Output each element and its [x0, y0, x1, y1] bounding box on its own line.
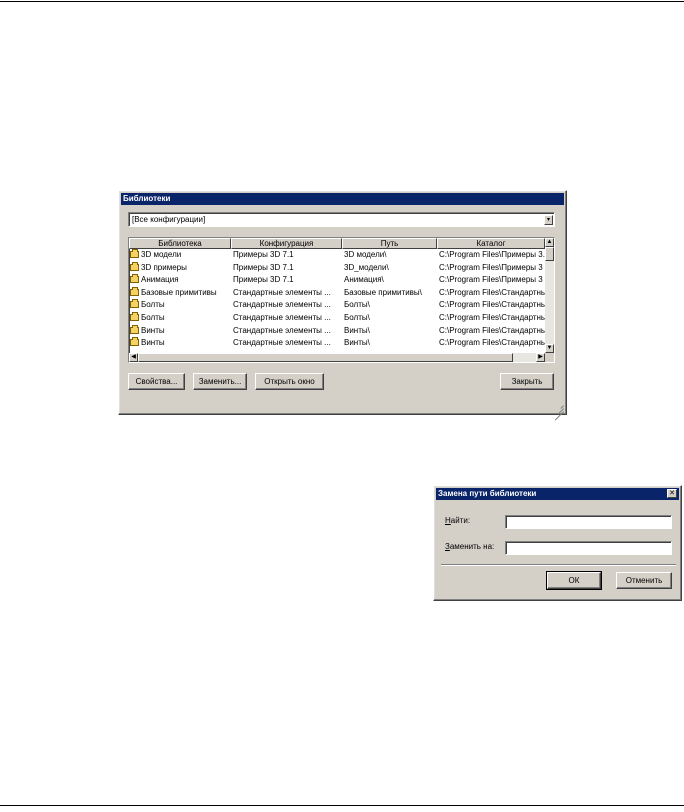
bottom-page-rule	[0, 805, 684, 806]
column-header-catalog[interactable]: Каталог	[437, 238, 545, 249]
open-window-button[interactable]: Открыть окно	[255, 373, 324, 390]
table-row[interactable]: Базовые примитивы Стандартные элементы ..…	[129, 286, 545, 300]
cell-path: Винты\	[344, 338, 370, 348]
cell-config: Примеры 3D 7.1	[233, 250, 294, 259]
table-row[interactable]: Болты Стандартные элементы ... Болты\ C:\Pr…	[129, 312, 545, 325]
cell-config: Стандартные элементы ...	[233, 287, 331, 297]
cell-path: Базовые примитивы\	[344, 287, 422, 297]
scrollbar-corner	[545, 353, 554, 362]
top-page-rule	[0, 1, 684, 2]
find-label: Найти:	[445, 516, 471, 525]
cell-path: Винты\	[344, 325, 370, 335]
ok-button[interactable]: ОК	[546, 571, 602, 590]
column-header-configuration[interactable]: Конфигурация	[231, 238, 342, 249]
configuration-filter-value: [Все конфигурации]	[132, 215, 206, 224]
library-list[interactable]: Библиотека Конфигурация Путь Каталог 3D …	[128, 237, 555, 363]
chevron-down-icon[interactable]: ▾	[544, 215, 553, 225]
scroll-down-icon[interactable]: ▼	[545, 344, 554, 353]
column-header-path[interactable]: Путь	[342, 238, 437, 249]
cell-name: Базовые примитивы	[141, 287, 217, 297]
cell-catalog: C:\Program Files\Примеры 3	[439, 275, 543, 285]
table-row[interactable]: 3D модели Примеры 3D 7.1 3D модели\ C:\Prog…	[129, 249, 545, 262]
separator	[441, 564, 676, 566]
folder-icon	[130, 337, 139, 347]
cell-config: Примеры 3D 7.1	[233, 262, 294, 272]
scroll-thumb-horizontal[interactable]	[138, 353, 513, 362]
configuration-filter-combo[interactable]: [Все конфигурации] ▾	[128, 212, 555, 227]
cell-path: Анимация\	[344, 275, 384, 285]
folder-icon	[130, 274, 139, 284]
horizontal-scrollbar[interactable]: ◀ ▶	[129, 353, 545, 362]
cell-name: 3D примеры	[141, 262, 187, 272]
folder-icon	[130, 299, 139, 309]
properties-button[interactable]: Свойства...	[128, 373, 185, 390]
cell-config: Примеры 3D 7.1	[233, 275, 294, 285]
table-row[interactable]: 3D примеры Примеры 3D 7.1 3D_модели\ C:\Pro…	[129, 261, 545, 275]
cell-catalog: C:\Program Files\Примеры 3...	[439, 250, 545, 259]
folder-icon	[130, 249, 139, 258]
folder-icon	[130, 324, 139, 334]
cell-catalog: C:\Program Files\Стандартны	[439, 287, 545, 297]
replace-path-dialog-title: Замена пути библиотеки	[436, 488, 679, 500]
cell-catalog: C:\Program Files\Стандартны	[439, 325, 545, 335]
column-header-library[interactable]: Библиотека	[129, 238, 231, 249]
table-row[interactable]: Винты Стандартные элементы ... Винты\ C:\Pr…	[129, 324, 545, 338]
folder-icon	[130, 261, 139, 271]
cell-catalog: C:\Program Files\Стандартны	[439, 338, 545, 348]
table-row[interactable]: Анимация Примеры 3D 7.1 Анимация\ C:\Progra…	[129, 274, 545, 287]
cell-path: 3D модели\	[344, 250, 387, 259]
cell-name: Винты	[141, 338, 165, 348]
libraries-dialog: Библиотеки [Все конфигурации] ▾ Библиоте…	[118, 190, 567, 421]
cancel-button[interactable]: Отменить	[616, 572, 672, 589]
libraries-dialog-title: Библиотеки	[121, 193, 564, 205]
vertical-scrollbar[interactable]: ▲ ▼	[545, 238, 554, 353]
replace-with-label: Заменить на:	[445, 542, 495, 551]
table-row[interactable]: Болты Стандартные элементы ... Болты\ C:\Pr…	[129, 299, 545, 312]
resize-grip-icon[interactable]	[554, 402, 564, 421]
cell-name: Анимация	[141, 275, 179, 285]
cell-catalog: C:\Program Files\Стандартны	[439, 300, 545, 310]
cell-config: Стандартные элементы ...	[233, 325, 331, 335]
scroll-left-icon[interactable]: ◀	[129, 353, 138, 362]
replace-with-field[interactable]	[505, 541, 672, 555]
cell-catalog: C:\Program Files\Стандартны	[439, 313, 545, 322]
table-row[interactable]: Винты Стандартные элементы ... Винты\ C:\Pr…	[129, 337, 545, 350]
close-button[interactable]: Закрыть	[500, 373, 554, 390]
cell-config: Стандартные элементы ...	[233, 300, 331, 310]
cell-name: 3D модели	[141, 250, 182, 259]
cell-name: Болты	[141, 313, 165, 322]
scroll-right-icon[interactable]: ▶	[536, 353, 545, 362]
cell-path: Болты\	[344, 313, 370, 322]
replace-path-dialog: Замена пути библиотеки ✕ Найти: Заменить…	[433, 485, 682, 601]
folder-icon	[130, 312, 139, 321]
cell-name: Винты	[141, 325, 165, 335]
cell-catalog: C:\Program Files\Примеры 3	[439, 262, 543, 272]
close-icon[interactable]: ✕	[667, 489, 677, 498]
cell-path: 3D_модели\	[344, 262, 389, 272]
cell-path: Болты\	[344, 300, 370, 310]
cell-config: Стандартные элементы ...	[233, 338, 331, 348]
cell-name: Болты	[141, 300, 165, 310]
replace-button[interactable]: Заменить...	[193, 373, 247, 390]
scroll-thumb-vertical[interactable]	[545, 247, 554, 261]
folder-icon	[130, 286, 139, 296]
library-rows: 3D модели Примеры 3D 7.1 3D модели\ C:\Prog…	[129, 249, 545, 353]
scroll-up-icon[interactable]: ▲	[545, 238, 554, 247]
cell-config: Стандартные элементы ...	[233, 313, 331, 322]
find-field[interactable]	[505, 515, 672, 529]
